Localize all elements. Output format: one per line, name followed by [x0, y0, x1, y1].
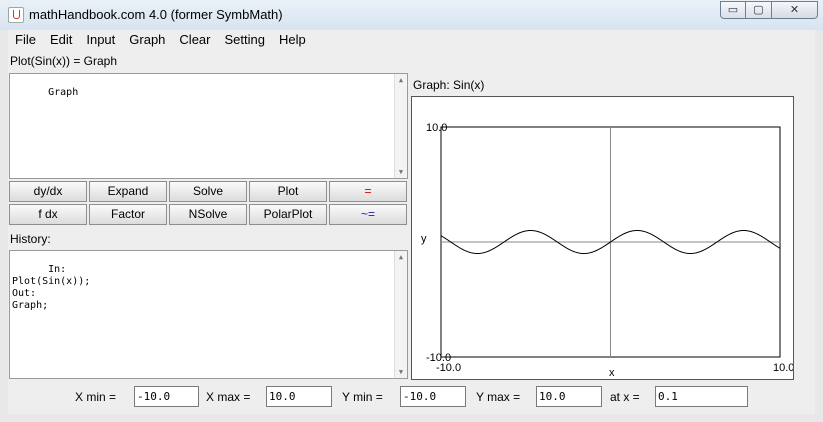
x-axis-label: x — [609, 367, 615, 379]
history-text: In: Plot(Sin(x)); Out: Graph; — [12, 264, 91, 311]
history-textarea[interactable]: In: Plot(Sin(x)); Out: Graph; ▲ ▼ — [9, 250, 408, 379]
xmin-label: X min = — [75, 390, 117, 404]
polarplot-button[interactable]: PolarPlot — [249, 204, 327, 225]
history-label: History: — [10, 232, 51, 246]
menu-help[interactable]: Help — [272, 30, 313, 50]
plot-button[interactable]: Plot — [249, 181, 327, 202]
atx-label: at x = — [610, 390, 640, 404]
y-axis-label: y — [421, 233, 427, 245]
expression-label: Plot(Sin(x)) = Graph — [10, 54, 118, 68]
close-icon: ✕ — [789, 4, 800, 16]
app-window: mathHandbook.com 4.0 (former SymbMath) ▭… — [0, 0, 823, 422]
ymax-input[interactable]: 10.0 — [536, 386, 602, 407]
close-button[interactable]: ✕ — [772, 1, 818, 19]
output-textarea[interactable]: Graph ▲ ▼ — [9, 73, 408, 179]
derivative-button[interactable]: dy/dx — [9, 181, 87, 202]
window-title: mathHandbook.com 4.0 (former SymbMath) — [29, 7, 283, 22]
xmax-label: X max = — [206, 390, 251, 404]
scroll-up-arrow-icon[interactable]: ▲ — [395, 74, 407, 86]
xmax-input[interactable]: 10.0 — [266, 386, 332, 407]
factor-button[interactable]: Factor — [89, 204, 167, 225]
x-min-tick-label: -10.0 — [436, 362, 461, 374]
title-bar[interactable]: mathHandbook.com 4.0 (former SymbMath) ▭… — [0, 0, 823, 30]
menu-clear[interactable]: Clear — [172, 30, 217, 50]
scroll-down-arrow-icon[interactable]: ▼ — [395, 366, 407, 378]
ymin-input[interactable]: -10.0 — [400, 386, 466, 407]
equals-button[interactable]: = — [329, 181, 407, 202]
ymax-label: Y max = — [476, 390, 521, 404]
scroll-down-arrow-icon[interactable]: ▼ — [395, 166, 407, 178]
menu-bar: File Edit Input Graph Clear Setting Help — [8, 30, 815, 50]
history-scrollbar[interactable]: ▲ ▼ — [394, 251, 407, 378]
ymin-label: Y min = — [342, 390, 383, 404]
output-scrollbar[interactable]: ▲ ▼ — [394, 74, 407, 178]
solve-button[interactable]: Solve — [169, 181, 247, 202]
y-max-tick-label: 10.0 — [426, 122, 447, 134]
x-max-tick-label: 10.0 — [773, 362, 793, 374]
integral-button[interactable]: f dx — [9, 204, 87, 225]
java-app-icon — [8, 7, 24, 23]
menu-file[interactable]: File — [8, 30, 43, 50]
command-buttons: dy/dx Expand Solve Plot = f dx Factor NS… — [9, 181, 408, 226]
minimize-icon: ▭ — [727, 4, 739, 16]
scroll-up-arrow-icon[interactable]: ▲ — [395, 251, 407, 263]
atx-input[interactable]: 0.1 — [655, 386, 748, 407]
plot-canvas: 10.0 -10.0 -10.0 10.0 x y — [421, 122, 793, 379]
xmin-input[interactable]: -10.0 — [134, 386, 199, 407]
maximize-icon: ▢ — [753, 4, 764, 16]
maximize-button[interactable]: ▢ — [746, 1, 772, 19]
menu-edit[interactable]: Edit — [43, 30, 79, 50]
menu-setting[interactable]: Setting — [218, 30, 272, 50]
graph-title: Graph: Sin(x) — [413, 78, 485, 92]
expand-button[interactable]: Expand — [89, 181, 167, 202]
menu-graph[interactable]: Graph — [122, 30, 172, 50]
minimize-button[interactable]: ▭ — [720, 1, 746, 19]
nsolve-button[interactable]: NSolve — [169, 204, 247, 225]
menu-input[interactable]: Input — [79, 30, 122, 50]
output-text: Graph — [48, 87, 79, 98]
approx-button[interactable]: ~= — [329, 204, 407, 225]
client-area: Plot(Sin(x)) = Graph Graph ▲ ▼ dy/dx Exp… — [8, 50, 815, 414]
graph-panel[interactable]: 10.0 -10.0 -10.0 10.0 x y — [411, 96, 794, 380]
range-bar: X min = -10.0 X max = 10.0 Y min = -10.0… — [8, 385, 815, 409]
